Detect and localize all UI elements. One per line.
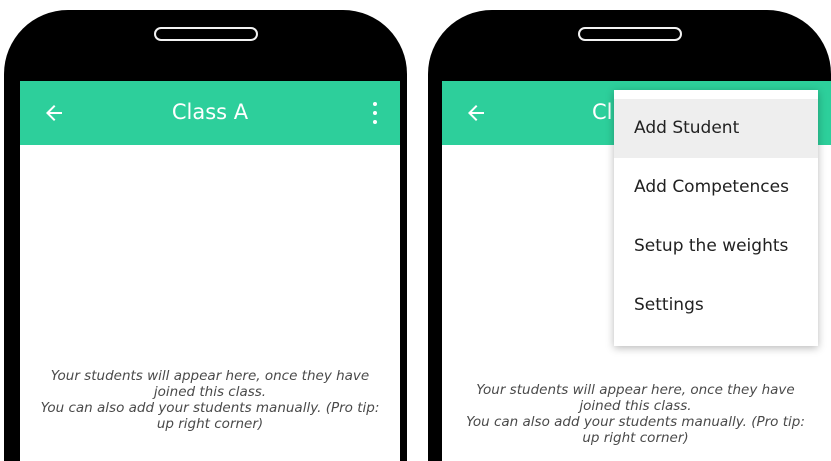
phone-speaker bbox=[153, 27, 258, 41]
page-title: Class A bbox=[171, 100, 249, 124]
more-vertical-icon[interactable] bbox=[366, 100, 384, 126]
menu-item-add-student[interactable]: Add Student bbox=[614, 99, 818, 158]
page-title: Cl bbox=[592, 100, 613, 124]
left-phone-frame: Class A Your students will appear here, … bbox=[4, 10, 407, 461]
empty-message-line: up right corner) bbox=[156, 416, 264, 432]
left-phone-screen: Class A Your students will appear here, … bbox=[20, 81, 400, 461]
back-arrow-icon[interactable] bbox=[464, 101, 488, 125]
empty-message-line: You can also add your students manually.… bbox=[40, 400, 380, 416]
right-phone-screen: Cl Your students will appear here, once … bbox=[442, 81, 831, 461]
overflow-menu: Add Student Add Competences Setup the we… bbox=[614, 90, 818, 346]
menu-item-settings[interactable]: Settings bbox=[614, 276, 818, 335]
screenshot-stage: Class A Your students will appear here, … bbox=[0, 0, 831, 461]
empty-state-message: Your students will appear here, once the… bbox=[20, 368, 400, 432]
menu-item-setup-weights[interactable]: Setup the weights bbox=[614, 217, 818, 276]
empty-message-line: joined this class. bbox=[153, 384, 267, 400]
empty-message-line: Your students will appear here, once the… bbox=[476, 382, 795, 398]
right-phone-frame: Cl Your students will appear here, once … bbox=[428, 10, 831, 461]
app-bar: Class A bbox=[20, 81, 400, 145]
empty-state-message: Your students will appear here, once the… bbox=[442, 382, 831, 446]
empty-message-line: joined this class. bbox=[579, 398, 692, 414]
phone-speaker bbox=[577, 27, 682, 41]
menu-item-add-competences[interactable]: Add Competences bbox=[614, 158, 818, 217]
empty-message-line: Your students will appear here, once the… bbox=[50, 368, 370, 384]
empty-message-line: You can also add your students manually.… bbox=[466, 414, 805, 430]
empty-message-line: up right corner) bbox=[582, 430, 689, 446]
